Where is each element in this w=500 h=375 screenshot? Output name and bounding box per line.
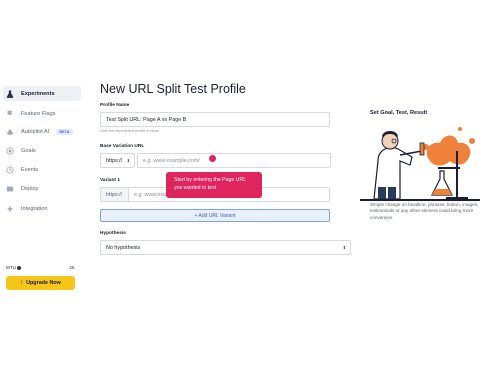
- events-icon: [6, 165, 14, 174]
- mtu-usage: MTU 2K: [6, 265, 75, 270]
- sidebar-item-label: Experiments: [21, 90, 55, 97]
- integration-icon: [6, 205, 14, 213]
- deploy-icon: [6, 185, 14, 193]
- profile-name-help: Give the experiment profile a name: [100, 129, 160, 133]
- arrow-up-icon: ↑: [20, 280, 24, 286]
- scientist-illustration: [360, 121, 480, 201]
- base-protocol-select[interactable]: https:// ⬍: [100, 153, 135, 168]
- flask-icon: [6, 89, 14, 98]
- profile-name-label: Profile Name: [100, 103, 130, 108]
- variant-protocol-prefix: https://: [100, 187, 130, 202]
- base-variation-label: Base Variation URL: [100, 144, 145, 149]
- base-url-input[interactable]: e.g. www.example.com/: [137, 153, 331, 168]
- sidebar-item-label: Feature Flags: [21, 110, 56, 117]
- profile-name-input[interactable]: Test Split URL: Page A vs Page B: [100, 112, 330, 127]
- sidebar-item-label: Goals: [21, 147, 36, 154]
- sidebar-item-label: Deploy: [21, 185, 39, 192]
- hypothesis-label: Hypothesis: [100, 231, 126, 236]
- sidebar: Experiments Feature Flags Autopilot AI B…: [0, 0, 82, 375]
- robot-icon: [6, 128, 14, 136]
- onboarding-tooltip: Start by entering the Page URL you wante…: [166, 172, 262, 198]
- hypothesis-select[interactable]: No hypothesis ⬍: [100, 240, 351, 255]
- sidebar-item-experiments[interactable]: Experiments: [3, 86, 81, 101]
- sidebar-item-goals[interactable]: Goals: [3, 143, 81, 158]
- mtu-value: 2K: [69, 265, 75, 270]
- sidebar-item-feature-flags[interactable]: Feature Flags: [3, 106, 81, 121]
- upgrade-label: Upgrade Now: [26, 280, 61, 286]
- page-title: New URL Split Test Profile: [100, 82, 246, 96]
- panel-title: Set Goal, Test, Result: [370, 110, 428, 116]
- sidebar-item-deploy[interactable]: Deploy: [3, 181, 81, 196]
- sidebar-item-events[interactable]: Events: [3, 162, 81, 177]
- target-icon: [6, 146, 14, 155]
- tooltip-beacon[interactable]: [209, 155, 216, 162]
- variant-label: Variant 1: [100, 178, 120, 183]
- updown-chevron-icon: ⬍: [126, 158, 130, 163]
- upgrade-button[interactable]: ↑ Upgrade Now: [6, 276, 75, 290]
- sidebar-item-label: Autopilot AI: [21, 128, 50, 135]
- flag-icon: [6, 110, 14, 118]
- mtu-label: MTU: [6, 265, 16, 270]
- protocol-value: https://: [106, 157, 123, 164]
- info-icon[interactable]: [16, 265, 21, 270]
- panel-description: Simple change on headline, phrases, butt…: [370, 202, 479, 220]
- updown-chevron-icon: ⬍: [342, 245, 346, 250]
- sidebar-item-integration[interactable]: Integration: [3, 201, 81, 216]
- hypothesis-value: No hypothesis: [106, 244, 141, 251]
- sidebar-item-label: Integration: [21, 205, 48, 212]
- sidebar-item-label: Events: [21, 166, 39, 173]
- sidebar-item-autopilot-ai[interactable]: Autopilot AI BETA: [3, 124, 81, 139]
- add-url-variant-button[interactable]: + Add URL Variant: [100, 209, 330, 222]
- beta-badge: BETA: [56, 128, 73, 135]
